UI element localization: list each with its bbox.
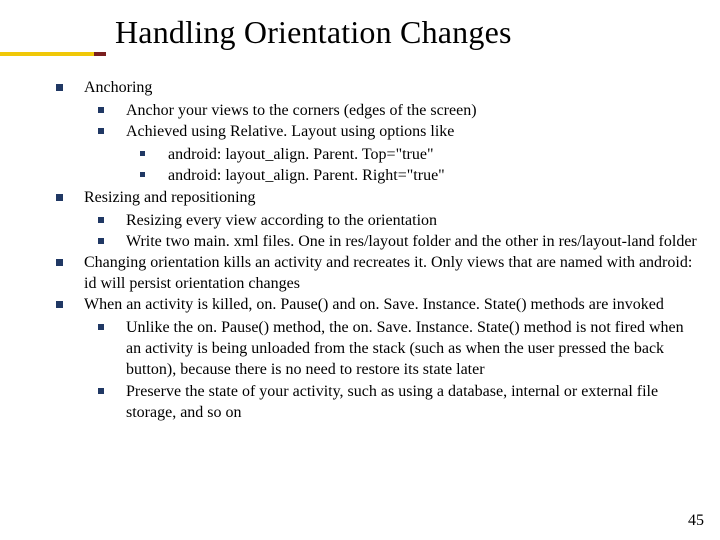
bullet-text: When an activity is killed, on. Pause() …	[84, 296, 664, 313]
bullet-text: Resizing every view according to the ori…	[126, 212, 437, 229]
bullet-text: Anchor your views to the corners (edges …	[126, 102, 477, 119]
bullet-text: Changing orientation kills an activity a…	[84, 254, 692, 292]
bullet-text: android: layout_align. Parent. Right="tr…	[168, 167, 445, 184]
bullet-text: Preserve the state of your activity, suc…	[126, 383, 658, 421]
list-item: Unlike the on. Pause() method, the on. S…	[98, 317, 700, 380]
bullet-text: Anchoring	[84, 79, 152, 96]
title-area: Handling Orientation Changes	[0, 0, 720, 55]
bullet-text: Write two main. xml files. One in res/la…	[126, 233, 697, 250]
list-item: Anchoring Anchor your views to the corne…	[56, 77, 700, 187]
list-item: Achieved using Relative. Layout using op…	[98, 121, 700, 186]
bullet-text: Resizing and repositioning	[84, 189, 256, 206]
list-item: android: layout_align. Parent. Right="tr…	[140, 165, 700, 186]
accent-bar-maroon	[94, 52, 106, 56]
bullet-text: Achieved using Relative. Layout using op…	[126, 123, 454, 140]
bullet-text: Unlike the on. Pause() method, the on. S…	[126, 319, 684, 378]
list-item: When an activity is killed, on. Pause() …	[56, 294, 700, 423]
page-number: 45	[688, 512, 704, 530]
list-item: Preserve the state of your activity, suc…	[98, 381, 700, 423]
list-item: android: layout_align. Parent. Top="true…	[140, 144, 700, 165]
slide-title: Handling Orientation Changes	[115, 14, 720, 51]
list-item: Write two main. xml files. One in res/la…	[98, 231, 700, 252]
list-item: Changing orientation kills an activity a…	[56, 252, 700, 294]
list-item: Resizing every view according to the ori…	[98, 210, 700, 231]
bullet-text: android: layout_align. Parent. Top="true…	[168, 146, 434, 163]
list-item: Resizing and repositioning Resizing ever…	[56, 187, 700, 252]
accent-bar-yellow	[0, 52, 94, 56]
list-item: Anchor your views to the corners (edges …	[98, 100, 700, 121]
slide-body: Anchoring Anchor your views to the corne…	[0, 55, 720, 423]
